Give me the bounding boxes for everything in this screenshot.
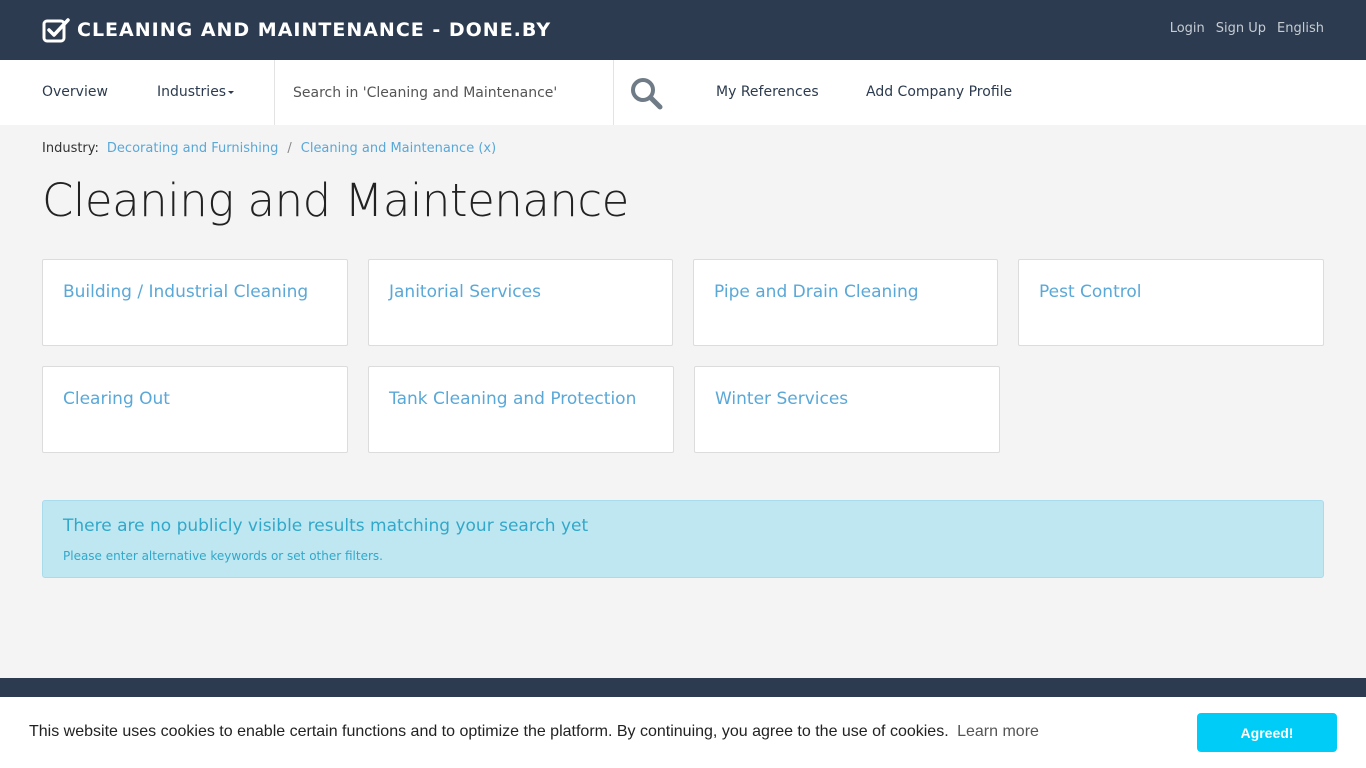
nav-industries-dropdown[interactable]: Industries: [157, 84, 235, 100]
category-card[interactable]: Clearing Out: [42, 366, 348, 453]
checkbox-logo-icon: [42, 18, 70, 43]
category-card-title: Pipe and Drain Cleaning: [714, 282, 919, 302]
breadcrumb-item-cleaning[interactable]: Cleaning and Maintenance (x): [301, 141, 496, 156]
language-link[interactable]: English: [1277, 21, 1324, 36]
category-card-title: Tank Cleaning and Protection: [389, 389, 637, 409]
category-card[interactable]: Pipe and Drain Cleaning: [693, 259, 998, 346]
no-results-alert: There are no publicly visible results ma…: [42, 500, 1324, 578]
search-icon: [630, 77, 662, 109]
breadcrumb: Industry: Decorating and Furnishing / Cl…: [42, 141, 496, 156]
nav-my-references[interactable]: My References: [716, 84, 819, 100]
category-card-title: Pest Control: [1039, 282, 1142, 302]
nav-bar: Overview Industries My References Add Co…: [0, 60, 1366, 125]
breadcrumb-separator: /: [287, 141, 292, 156]
search-button[interactable]: [614, 60, 677, 125]
brand-title: CLEANING AND MAINTENANCE - DONE.BY: [77, 19, 552, 41]
alert-subtitle: Please enter alternative keywords or set…: [63, 549, 383, 563]
category-card-title: Clearing Out: [63, 389, 170, 409]
search-box: [274, 60, 677, 125]
category-card[interactable]: Winter Services: [694, 366, 1000, 453]
category-card-title: Janitorial Services: [389, 282, 541, 302]
cookie-text: This website uses cookies to enable cert…: [29, 723, 949, 740]
agree-cookies-button[interactable]: Agreed!: [1197, 713, 1337, 752]
cookie-message: This website uses cookies to enable cert…: [29, 723, 1039, 741]
category-card[interactable]: Pest Control: [1018, 259, 1324, 346]
breadcrumb-label: Industry:: [42, 141, 99, 156]
nav-overview[interactable]: Overview: [42, 84, 108, 100]
top-links: Login Sign Up English: [1170, 21, 1324, 36]
nav-industries-label: Industries: [157, 84, 227, 100]
alert-title: There are no publicly visible results ma…: [63, 516, 589, 536]
nav-add-company-profile[interactable]: Add Company Profile: [866, 84, 1012, 100]
caret-down-icon: [228, 90, 235, 94]
cookie-banner: This website uses cookies to enable cert…: [0, 697, 1366, 768]
category-card-title: Building / Industrial Cleaning: [63, 282, 309, 302]
learn-more-link[interactable]: Learn more: [957, 723, 1039, 740]
top-bar: CLEANING AND MAINTENANCE - DONE.BY Login…: [0, 0, 1366, 60]
signup-link[interactable]: Sign Up: [1216, 21, 1266, 36]
search-input[interactable]: [275, 60, 614, 125]
breadcrumb-item-decorating[interactable]: Decorating and Furnishing: [107, 141, 278, 156]
category-card[interactable]: Building / Industrial Cleaning: [42, 259, 348, 346]
brand[interactable]: CLEANING AND MAINTENANCE - DONE.BY: [42, 17, 551, 43]
login-link[interactable]: Login: [1170, 21, 1205, 36]
category-card-title: Winter Services: [715, 389, 849, 409]
category-card[interactable]: Tank Cleaning and Protection: [368, 366, 674, 453]
category-card[interactable]: Janitorial Services: [368, 259, 673, 346]
page-title: Cleaning and Maintenance: [42, 174, 629, 227]
